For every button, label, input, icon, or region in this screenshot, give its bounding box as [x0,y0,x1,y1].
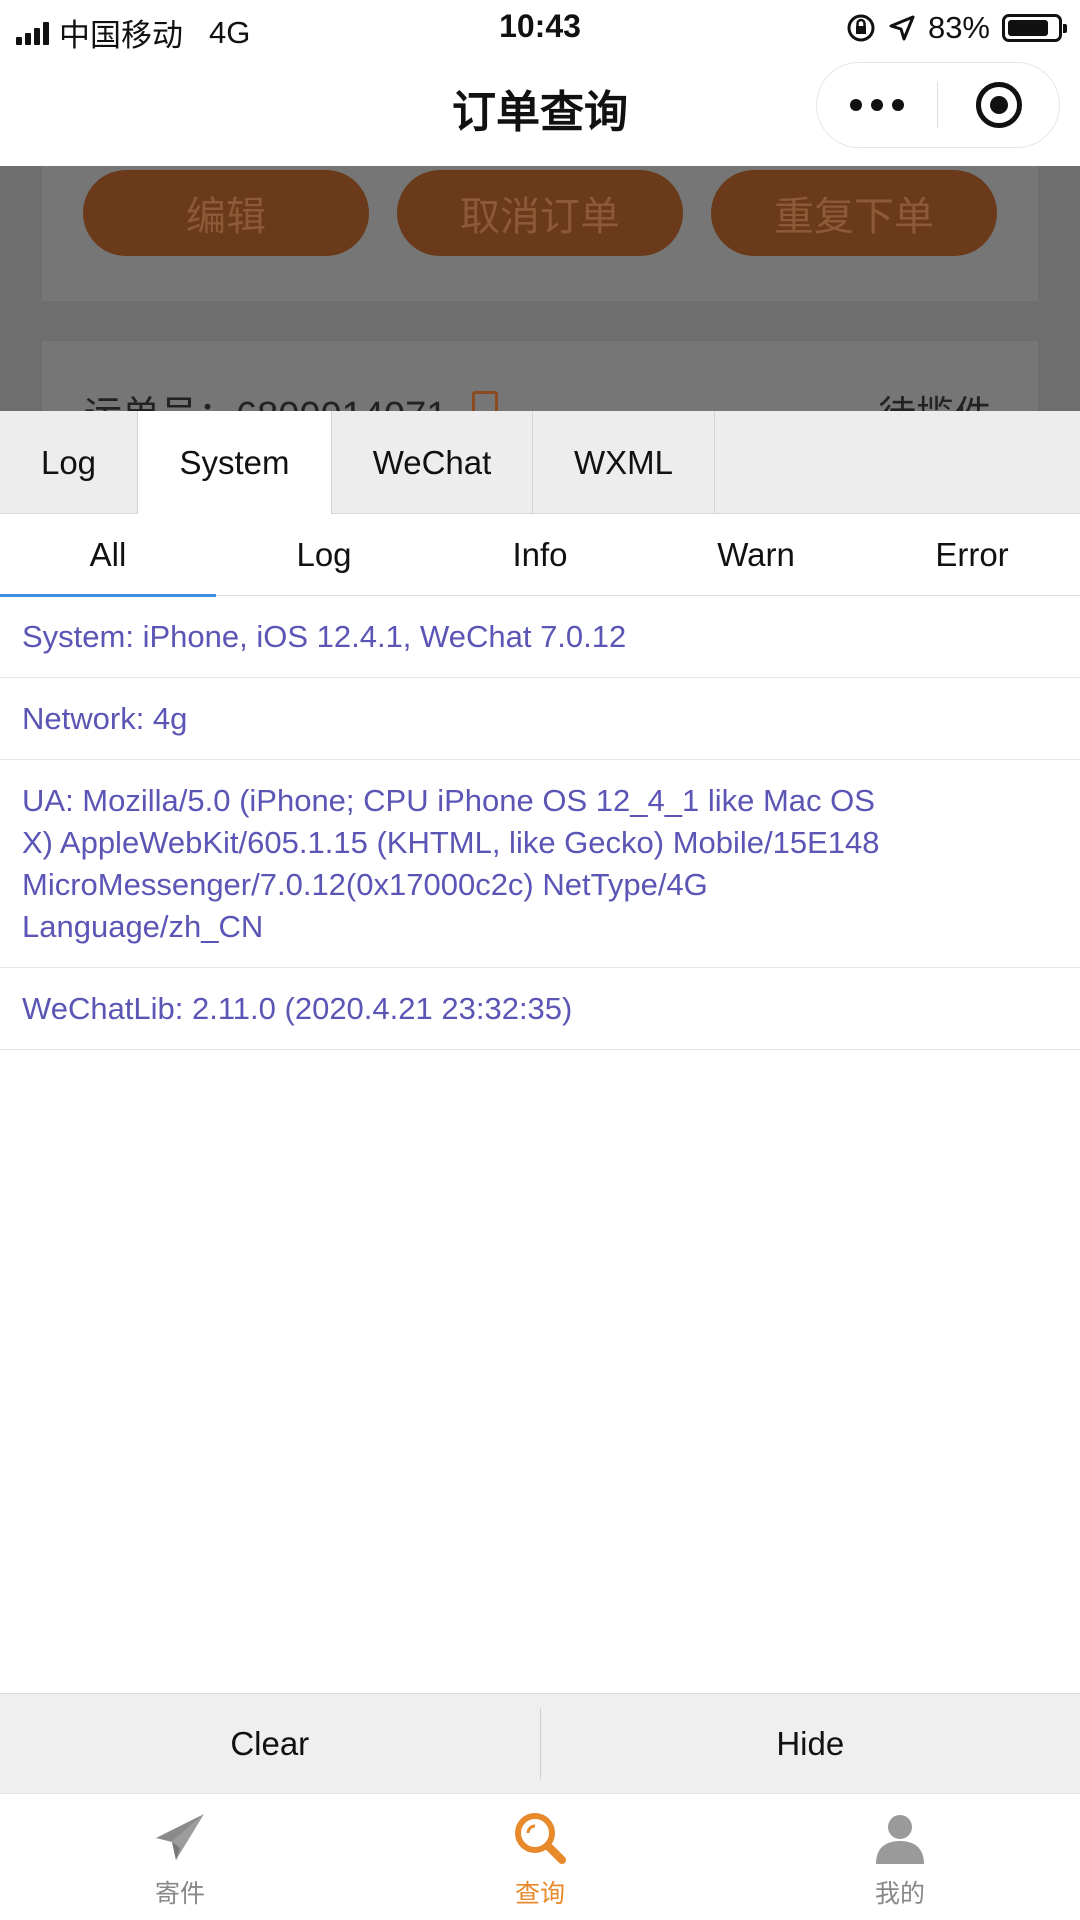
console-tabbar: Log System WeChat WXML [0,411,1080,515]
reorder-button: 重复下单 [711,170,997,256]
subtab-log[interactable]: Log [216,514,432,596]
subtab-error[interactable]: Error [864,514,1080,596]
tab-query-label: 查询 [514,1880,565,1908]
log-list: System: iPhone, iOS 12.4.1, WeChat 7.0.1… [0,596,1080,1050]
paper-plane-icon [156,1814,204,1860]
copy-icon [472,391,498,411]
subtab-all[interactable]: All [0,514,216,597]
tab-send[interactable]: 寄件 [0,1794,360,1920]
tab-mine-label: 我的 [874,1880,925,1908]
waybill-number: 运单号：6800014071 [84,384,447,411]
user-icon [876,1815,924,1864]
console-subtabs: All Log Info Warn Error [0,514,1080,597]
clear-button[interactable]: Clear [0,1694,540,1793]
log-entry-wechatlib: WeChatLib: 2.11.0 (2020.4.21 23:32:35) [0,968,1080,1050]
app-tabbar: 寄件 查询 我的 [0,1793,1080,1920]
edit-button: 编辑 [83,170,369,256]
location-arrow-icon [889,15,915,41]
rotation-lock-icon [847,14,875,42]
log-entry-ua: UA: Mozilla/5.0 (iPhone; CPU iPhone OS 1… [0,760,1080,968]
order-status: 待揽件 [878,384,992,411]
subtab-info[interactable]: Info [432,514,648,596]
more-dots-icon[interactable] [817,63,937,147]
subtab-warn[interactable]: Warn [648,514,864,596]
nav-bar: 订单查询 [0,54,1080,166]
tab-system[interactable]: System [138,411,332,515]
log-entry-system: System: iPhone, iOS 12.4.1, WeChat 7.0.1… [0,596,1080,678]
console-footer: Clear Hide [0,1693,1080,1793]
tab-query[interactable]: 查询 [360,1794,720,1920]
tab-log[interactable]: Log [0,411,138,514]
tab-send-label: 寄件 [154,1880,205,1908]
hide-button[interactable]: Hide [541,1694,1080,1793]
log-entry-network: Network: 4g [0,678,1080,760]
background-page-overlay: 编辑 取消订单 重复下单 运单号：6800014071 待揽件 [0,166,1080,411]
battery-percent: 83% [927,10,990,45]
status-right: 83% [846,10,1067,46]
tab-wechat[interactable]: WeChat [332,411,533,514]
tab-mine[interactable]: 我的 [720,1794,1080,1920]
mini-program-capsule [816,62,1060,148]
target-close-icon [975,82,1022,128]
cancel-order-button: 取消订单 [397,170,683,256]
tab-wxml[interactable]: WXML [533,411,715,514]
battery-icon [1002,14,1067,42]
debug-console: Log System WeChat WXML All Log Info Warn… [0,411,1080,1793]
status-bar: 中国移动 4G 10:43 83% [0,0,1080,54]
search-icon [515,1813,566,1864]
close-button[interactable] [938,63,1059,147]
